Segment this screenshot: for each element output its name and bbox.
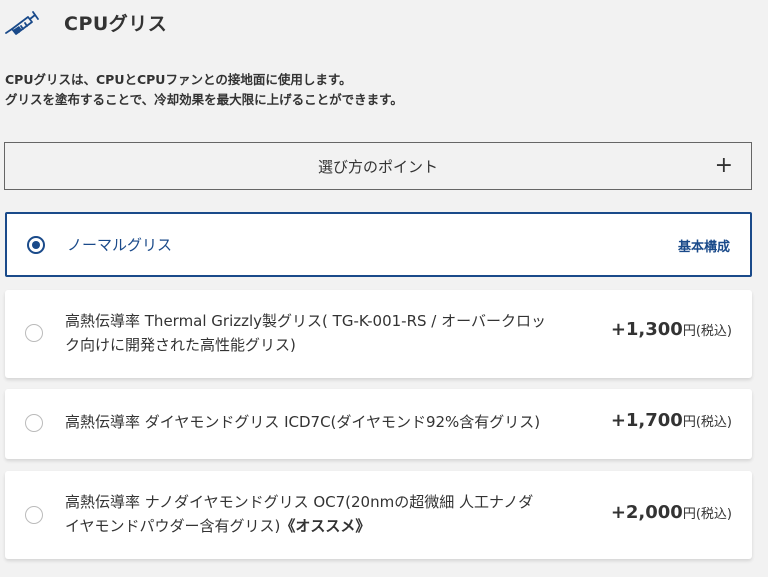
option-label-line-1: 高熱伝導率 Thermal Grizzly製グリス( TG-K-001-RS /… [65,312,546,330]
option-price: +2,000円(税込) [611,502,732,523]
cpu-grease-section: CPUグリス CPUグリスは、CPUとCPUファンとの接地面に使用します。 グリ… [0,0,768,577]
option-label: ノーマルグリス [67,236,173,254]
base-config-badge: 基本構成 [677,240,730,255]
option-label-line-2: ク向けに開発された高性能グリス) [65,336,296,354]
recommend-tag: 《オススメ》 [280,517,371,535]
radio-button[interactable] [25,414,43,432]
section-description: CPUグリスは、CPUとCPUファンとの接地面に使用します。 グリスを塗布するこ… [5,70,403,110]
price-unit: 円(税込) [682,324,732,339]
option-label: 高熱伝導率 ダイヤモンドグリス ICD7C(ダイヤモンド92%含有グリス) [65,413,541,431]
option-price: +1,700円(税込) [611,410,732,431]
selection-points-accordion[interactable]: 選び方のポイント + [4,142,752,190]
section-title: CPUグリス [64,12,168,35]
option-price: +1,300円(税込) [611,319,732,340]
description-line-1: CPUグリスは、CPUとCPUファンとの接地面に使用します。 [5,72,352,87]
price-unit: 円(税込) [682,507,732,522]
option-thermal-grizzly[interactable]: 高熱伝導率 Thermal Grizzly製グリス( TG-K-001-RS /… [5,290,752,378]
option-normal-grease[interactable]: ノーマルグリス 基本構成 [5,212,752,277]
radio-button[interactable] [25,506,43,524]
option-nano-diamond-grease[interactable]: 高熱伝導率 ナノダイヤモンドグリス OC7(20nmの超微細 人工ナノダ イヤモ… [5,471,752,559]
option-label: 高熱伝導率 Thermal Grizzly製グリス( TG-K-001-RS /… [65,309,546,357]
syringe-icon [4,6,40,38]
plus-icon[interactable]: + [715,154,733,178]
price-value: +1,700 [610,410,683,431]
selection-points-label: 選び方のポイント [317,157,438,176]
price-unit: 円(税込) [682,415,732,430]
price-value: +2,000 [610,502,683,523]
radio-button-checked[interactable] [27,236,45,254]
price-value: +1,300 [610,319,683,340]
option-label-line-1: 高熱伝導率 ナノダイヤモンドグリス OC7(20nmの超微細 人工ナノダ [65,493,534,511]
section-header: CPUグリス [4,6,167,38]
option-label: 高熱伝導率 ナノダイヤモンドグリス OC7(20nmの超微細 人工ナノダ イヤモ… [65,490,533,538]
radio-button[interactable] [25,324,43,342]
description-line-2: グリスを塗布することで、冷却効果を最大限に上げることができます。 [5,92,403,107]
option-label-line-2: イヤモンドパウダー含有グリス) [65,517,281,535]
option-diamond-grease[interactable]: 高熱伝導率 ダイヤモンドグリス ICD7C(ダイヤモンド92%含有グリス) +1… [5,389,752,459]
